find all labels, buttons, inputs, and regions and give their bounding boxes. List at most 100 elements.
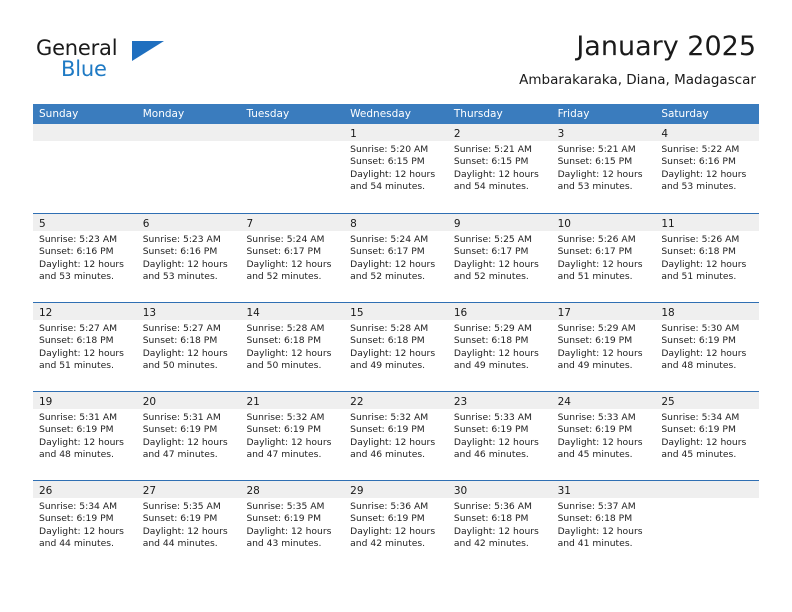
day-number: 10 <box>557 218 571 230</box>
day-cell[interactable]: 13 Sunrise: 5:27 AM Sunset: 6:18 PM Dayl… <box>136 303 241 391</box>
day-cell[interactable]: 2 Sunrise: 5:21 AM Sunset: 6:15 PM Dayli… <box>447 124 552 213</box>
day-number-band <box>240 124 345 141</box>
day-cell[interactable] <box>655 481 760 569</box>
sunrise-text: Sunrise: 5:27 AM <box>39 323 118 334</box>
day-cell[interactable]: 14 Sunrise: 5:28 AM Sunset: 6:18 PM Dayl… <box>240 303 345 391</box>
day-number: 4 <box>661 128 668 140</box>
day-cell[interactable]: 27 Sunrise: 5:35 AM Sunset: 6:19 PM Dayl… <box>136 481 241 569</box>
sunrise-text: Sunrise: 5:22 AM <box>661 144 740 155</box>
daylight-text-line1: Daylight: 12 hours <box>661 347 747 359</box>
day-cell[interactable]: 18 Sunrise: 5:30 AM Sunset: 6:19 PM Dayl… <box>655 303 760 391</box>
day-cell[interactable]: 3 Sunrise: 5:21 AM Sunset: 6:15 PM Dayli… <box>551 124 656 213</box>
day-cell[interactable]: 10 Sunrise: 5:26 AM Sunset: 6:17 PM Dayl… <box>551 214 656 302</box>
sunrise-text: Sunrise: 5:36 AM <box>453 501 532 512</box>
day-cell[interactable]: 6 Sunrise: 5:23 AM Sunset: 6:16 PM Dayli… <box>136 214 241 302</box>
day-number-band: 14 <box>240 303 345 320</box>
day-cell[interactable]: 28 Sunrise: 5:35 AM Sunset: 6:19 PM Dayl… <box>240 481 345 569</box>
daylight-text-line2: and 53 minutes. <box>142 271 218 283</box>
day-info: Sunrise: 5:35 AM Sunset: 6:19 PM Dayligh… <box>240 498 344 551</box>
sunrise-text: Sunrise: 5:28 AM <box>350 323 429 334</box>
day-number: 29 <box>350 485 364 497</box>
sunset-text: Sunset: 6:19 PM <box>661 424 736 436</box>
day-cell[interactable]: 5 Sunrise: 5:23 AM Sunset: 6:16 PM Dayli… <box>33 214 137 302</box>
day-cell[interactable]: 22 Sunrise: 5:32 AM Sunset: 6:19 PM Dayl… <box>344 392 448 480</box>
sunrise-text: Sunrise: 5:31 AM <box>142 412 221 423</box>
daylight-text-line1: Daylight: 12 hours <box>453 436 539 448</box>
day-number: 15 <box>350 307 364 319</box>
daylight-text-line2: and 47 minutes. <box>142 449 218 461</box>
day-cell[interactable] <box>136 124 241 213</box>
day-cell[interactable]: 23 Sunrise: 5:33 AM Sunset: 6:19 PM Dayl… <box>447 392 552 480</box>
triangle-logo-icon <box>132 41 164 61</box>
day-number-band: 20 <box>136 392 241 409</box>
day-cell[interactable]: 17 Sunrise: 5:29 AM Sunset: 6:19 PM Dayl… <box>551 303 656 391</box>
day-cell[interactable]: 26 Sunrise: 5:34 AM Sunset: 6:19 PM Dayl… <box>33 481 137 569</box>
daylight-text-line2: and 49 minutes. <box>557 360 633 372</box>
day-number-band: 26 <box>33 481 137 498</box>
calendar-week-row: 5 Sunrise: 5:23 AM Sunset: 6:16 PM Dayli… <box>33 213 760 302</box>
day-number-band: 21 <box>240 392 345 409</box>
day-info: Sunrise: 5:30 AM Sunset: 6:19 PM Dayligh… <box>655 320 759 373</box>
day-number-band: 23 <box>447 392 552 409</box>
day-cell[interactable]: 15 Sunrise: 5:28 AM Sunset: 6:18 PM Dayl… <box>344 303 448 391</box>
day-cell[interactable] <box>240 124 345 213</box>
day-cell[interactable]: 9 Sunrise: 5:25 AM Sunset: 6:17 PM Dayli… <box>447 214 552 302</box>
daylight-text-line1: Daylight: 12 hours <box>39 258 124 270</box>
daylight-text-line2: and 51 minutes. <box>661 271 737 283</box>
sunset-text: Sunset: 6:19 PM <box>557 424 633 436</box>
daylight-text-line2: and 43 minutes. <box>246 538 322 550</box>
daylight-text-line2: and 45 minutes. <box>557 449 633 461</box>
day-info: Sunrise: 5:28 AM Sunset: 6:18 PM Dayligh… <box>240 320 344 373</box>
sunrise-text: Sunrise: 5:34 AM <box>661 412 740 423</box>
weekday-header-tuesday: Tuesday <box>246 108 290 120</box>
sunset-text: Sunset: 6:15 PM <box>350 156 425 168</box>
day-cell[interactable]: 16 Sunrise: 5:29 AM Sunset: 6:18 PM Dayl… <box>447 303 552 391</box>
sunset-text: Sunset: 6:19 PM <box>661 335 736 347</box>
sunrise-text: Sunrise: 5:35 AM <box>142 501 221 512</box>
day-number: 21 <box>246 396 260 408</box>
day-cell[interactable]: 30 Sunrise: 5:36 AM Sunset: 6:18 PM Dayl… <box>447 481 552 569</box>
day-info: Sunrise: 5:34 AM Sunset: 6:19 PM Dayligh… <box>655 409 759 462</box>
daylight-text-line2: and 53 minutes. <box>557 181 633 193</box>
sunrise-text: Sunrise: 5:26 AM <box>661 234 740 245</box>
day-cell[interactable]: 1 Sunrise: 5:20 AM Sunset: 6:15 PM Dayli… <box>344 124 448 213</box>
day-number: 12 <box>39 307 53 319</box>
day-cell[interactable]: 31 Sunrise: 5:37 AM Sunset: 6:18 PM Dayl… <box>551 481 656 569</box>
day-cell[interactable]: 24 Sunrise: 5:33 AM Sunset: 6:19 PM Dayl… <box>551 392 656 480</box>
day-number: 24 <box>557 396 571 408</box>
day-number: 1 <box>350 128 357 140</box>
day-cell[interactable]: 29 Sunrise: 5:36 AM Sunset: 6:19 PM Dayl… <box>344 481 448 569</box>
day-cell[interactable]: 25 Sunrise: 5:34 AM Sunset: 6:19 PM Dayl… <box>655 392 760 480</box>
day-cell[interactable]: 21 Sunrise: 5:32 AM Sunset: 6:19 PM Dayl… <box>240 392 345 480</box>
title-block: January 2025 Ambarakaraka, Diana, Madaga… <box>519 30 756 90</box>
day-cell[interactable]: 8 Sunrise: 5:24 AM Sunset: 6:17 PM Dayli… <box>344 214 448 302</box>
daylight-text-line2: and 52 minutes. <box>246 271 322 283</box>
day-info: Sunrise: 5:29 AM Sunset: 6:19 PM Dayligh… <box>552 320 656 373</box>
day-number-band: 25 <box>655 392 760 409</box>
day-number: 25 <box>661 396 675 408</box>
calendar-page: General Blue January 2025 Ambarakaraka, … <box>0 0 792 612</box>
day-number-band: 30 <box>447 481 552 498</box>
day-cell[interactable]: 19 Sunrise: 5:31 AM Sunset: 6:19 PM Dayl… <box>33 392 137 480</box>
daylight-text-line1: Daylight: 12 hours <box>39 436 124 448</box>
day-number: 22 <box>350 396 364 408</box>
day-info: Sunrise: 5:36 AM Sunset: 6:18 PM Dayligh… <box>448 498 552 551</box>
sunrise-text: Sunrise: 5:32 AM <box>350 412 429 423</box>
sunset-text: Sunset: 6:18 PM <box>453 335 529 347</box>
brand-logo[interactable]: General Blue <box>36 36 236 86</box>
daylight-text-line1: Daylight: 12 hours <box>142 258 228 270</box>
day-info: Sunrise: 5:35 AM Sunset: 6:19 PM Dayligh… <box>137 498 241 551</box>
day-cell[interactable] <box>33 124 137 213</box>
daylight-text-line1: Daylight: 12 hours <box>453 347 539 359</box>
day-cell[interactable]: 20 Sunrise: 5:31 AM Sunset: 6:19 PM Dayl… <box>136 392 241 480</box>
day-number-band: 12 <box>33 303 137 320</box>
day-cell[interactable]: 7 Sunrise: 5:24 AM Sunset: 6:17 PM Dayli… <box>240 214 345 302</box>
day-number: 18 <box>661 307 675 319</box>
daylight-text-line2: and 51 minutes. <box>39 360 114 372</box>
calendar-week-row: 12 Sunrise: 5:27 AM Sunset: 6:18 PM Dayl… <box>33 302 760 391</box>
day-cell[interactable]: 12 Sunrise: 5:27 AM Sunset: 6:18 PM Dayl… <box>33 303 137 391</box>
daylight-text-line2: and 52 minutes. <box>350 271 426 283</box>
day-cell[interactable]: 11 Sunrise: 5:26 AM Sunset: 6:18 PM Dayl… <box>655 214 760 302</box>
sunset-text: Sunset: 6:17 PM <box>246 246 321 258</box>
day-cell[interactable]: 4 Sunrise: 5:22 AM Sunset: 6:16 PM Dayli… <box>655 124 760 213</box>
